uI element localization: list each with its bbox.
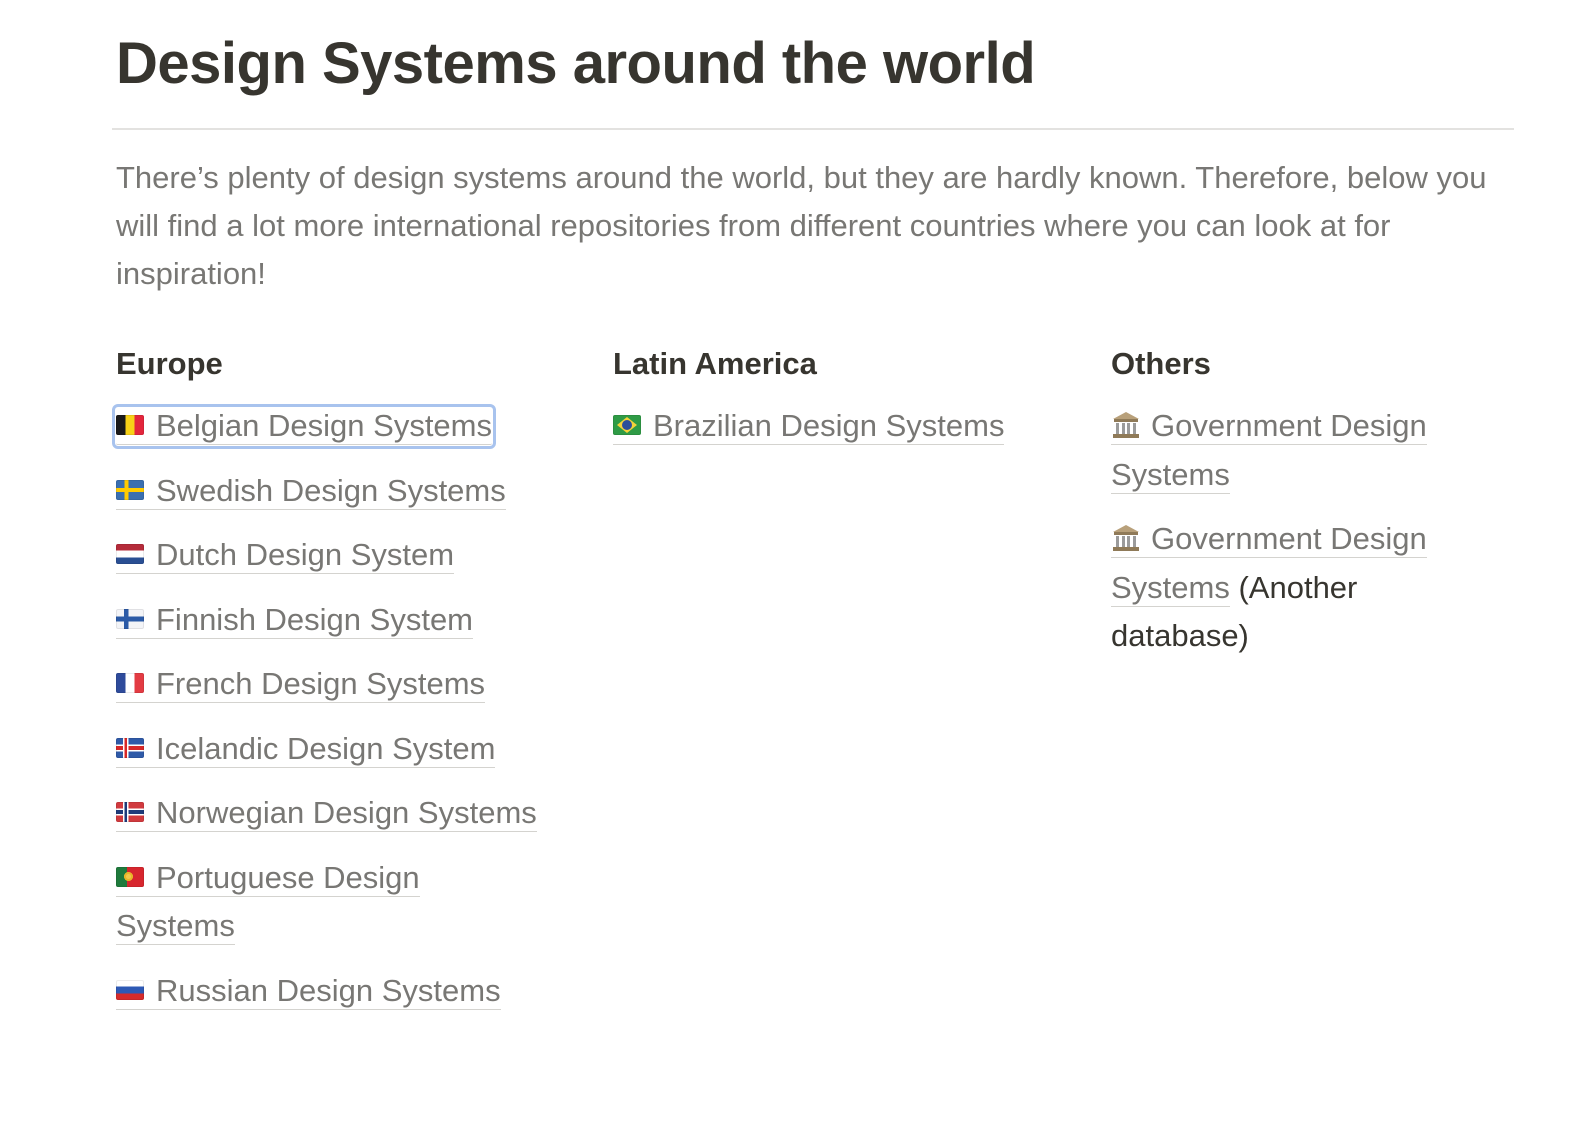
latin-america-column: Latin America Brazilian Design Systems [613,340,1043,467]
list-item: Swedish Design Systems [116,467,546,516]
link-label: Norwegian Design Systems [156,795,537,830]
classical-building-icon [1113,525,1139,551]
belgian-design-systems-link[interactable]: Belgian Design Systems [112,404,496,449]
list-item: Belgian Design Systems [112,402,546,451]
brazil-flag-icon [613,415,641,435]
swedish-design-systems-link[interactable]: Swedish Design Systems [116,472,506,510]
classical-building-icon [1113,412,1139,438]
europe-link-list: Belgian Design Systems Swedish Design Sy… [112,402,546,1016]
link-label: Swedish Design Systems [156,472,506,508]
finland-flag-icon [116,608,144,629]
list-item: Norwegian Design Systems [116,789,546,838]
latin-america-heading: Latin America [613,346,817,381]
list-item: Government Design Systems [1111,402,1471,499]
europe-heading: Europe [116,346,223,381]
norwegian-design-systems-link[interactable]: Norwegian Design Systems [116,795,537,832]
list-item: French Design Systems [116,660,546,709]
latin-america-link-list: Brazilian Design Systems [613,402,1043,451]
portugal-flag-icon [116,866,144,887]
link-label: Russian Design Systems [156,972,501,1008]
list-item: Government Design Systems (Another datab… [1111,515,1471,661]
finnish-design-system-link[interactable]: Finnish Design System [116,601,474,639]
link-label: Finnish Design System [156,601,474,637]
russia-flag-icon [116,979,144,1000]
link-label: Brazilian Design Systems [653,408,1005,443]
belgium-flag-icon [116,415,144,435]
french-design-systems-link[interactable]: French Design Systems [116,666,486,703]
others-column: Others Government Design Systems Governm… [1111,340,1471,677]
others-link-list: Government Design Systems Government Des… [1111,402,1471,661]
link-label: Icelandic Design System [156,730,496,766]
list-item: Russian Design Systems [116,967,546,1016]
sweden-flag-icon [116,479,144,500]
link-label: Belgian Design Systems [156,408,492,443]
iceland-flag-icon [116,737,144,758]
page-title: Design Systems around the world [116,31,1036,96]
title-divider [112,128,1514,130]
list-item: Portuguese Design Systems [116,854,546,951]
list-item: Finnish Design System [116,596,546,645]
brazilian-design-systems-link[interactable]: Brazilian Design Systems [613,408,1005,445]
others-heading: Others [1111,346,1211,381]
link-label: Government Design Systems [1111,408,1427,492]
intro-paragraph: There’s plenty of design systems around … [116,160,1487,291]
icelandic-design-system-link[interactable]: Icelandic Design System [116,730,496,768]
link-label: Dutch Design System [156,537,455,572]
dutch-design-system-link[interactable]: Dutch Design System [116,537,455,574]
norway-flag-icon [116,802,144,822]
link-label: Portuguese Design Systems [116,859,420,944]
list-item: Dutch Design System [116,531,546,580]
link-label: French Design Systems [156,666,486,701]
portuguese-design-systems-link[interactable]: Portuguese Design Systems [116,859,420,945]
government-design-systems-link[interactable]: Government Design Systems [1111,408,1427,494]
list-item: Brazilian Design Systems [613,402,1043,451]
russian-design-systems-link[interactable]: Russian Design Systems [116,972,501,1010]
europe-column: Europe Belgian Design Systems Swedish De… [112,340,546,1031]
france-flag-icon [116,673,144,693]
list-item: Icelandic Design System [116,725,546,774]
netherlands-flag-icon [116,544,144,564]
